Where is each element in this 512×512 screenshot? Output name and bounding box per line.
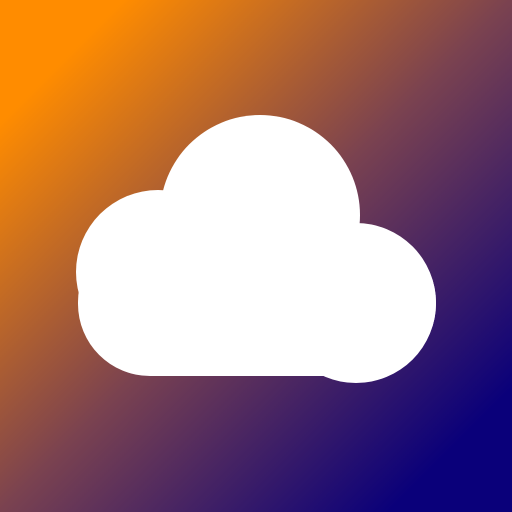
app-icon-background (0, 0, 512, 512)
cloud-shape (76, 115, 436, 383)
cloud-icon (76, 115, 436, 383)
